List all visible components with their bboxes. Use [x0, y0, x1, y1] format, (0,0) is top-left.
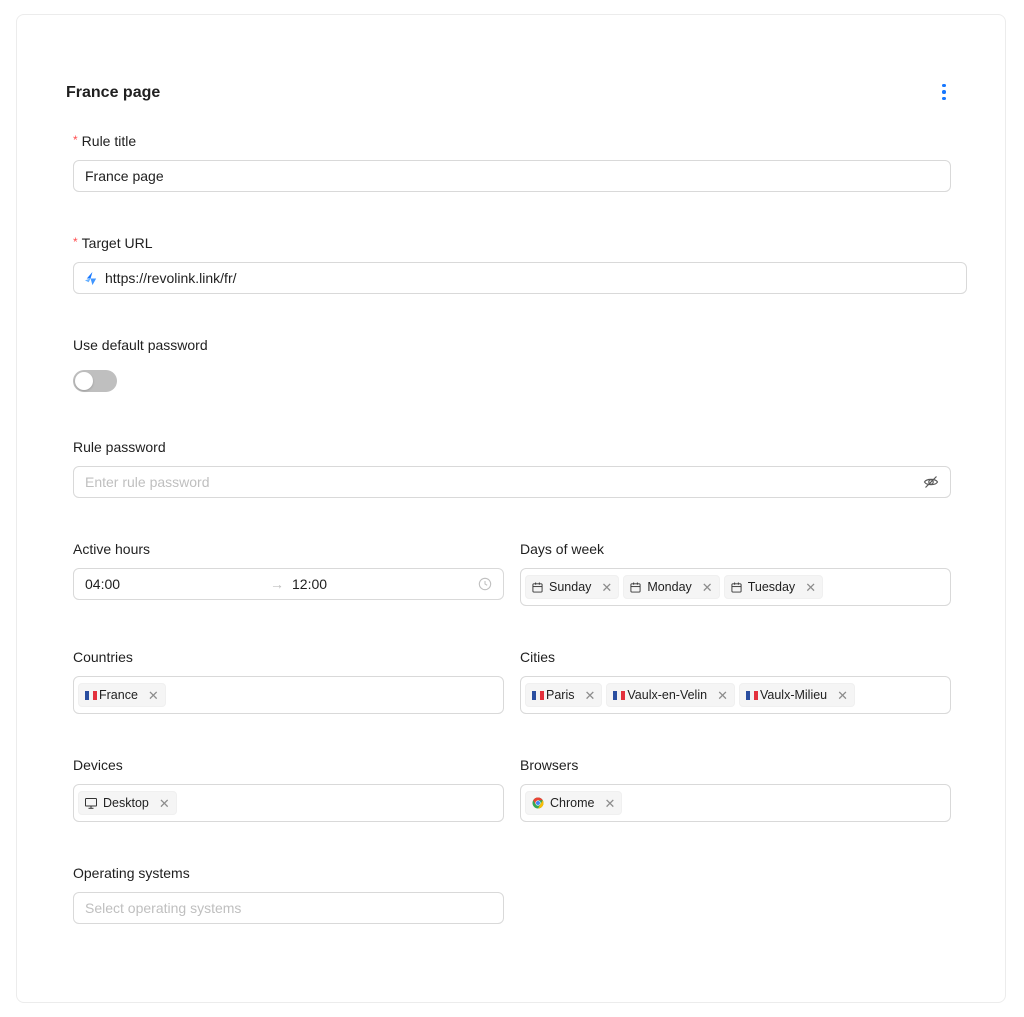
calendar-icon — [532, 581, 543, 593]
required-marker: * — [73, 133, 78, 147]
close-icon[interactable]: ✕ — [146, 689, 161, 702]
link-logo-icon — [84, 271, 99, 286]
eye-off-icon[interactable] — [923, 474, 939, 490]
devices-select[interactable]: Desktop ✕ — [73, 784, 504, 822]
days-of-week-select[interactable]: Sunday ✕ Monday ✕ Tuesday ✕ — [520, 568, 951, 606]
close-icon[interactable]: ✕ — [582, 689, 597, 702]
default-password-toggle[interactable] — [73, 370, 117, 392]
rule-password-field[interactable] — [73, 466, 951, 498]
day-tag-tuesday: Tuesday ✕ — [723, 575, 824, 599]
cities-select[interactable]: Paris ✕ Vaulx-en-Velin ✕ Vaulx-Milieu ✕ — [520, 676, 951, 714]
default-password-label: Use default password — [73, 337, 208, 353]
rule-title-field[interactable] — [73, 160, 951, 192]
chrome-icon — [532, 797, 544, 809]
france-flag-icon — [745, 690, 758, 700]
close-icon[interactable]: ✕ — [602, 797, 617, 810]
countries-label: Countries — [73, 649, 133, 665]
close-icon[interactable]: ✕ — [715, 689, 730, 702]
end-time[interactable]: 12:00 — [292, 576, 478, 592]
rule-title-input[interactable] — [85, 168, 939, 184]
target-url-label: * Target URL — [73, 235, 153, 251]
calendar-icon — [630, 581, 641, 593]
close-icon[interactable]: ✕ — [700, 581, 715, 594]
rule-password-label: Rule password — [73, 439, 166, 455]
range-arrow: → — [270, 576, 284, 592]
day-tag-monday: Monday ✕ — [623, 575, 720, 599]
devices-label: Devices — [73, 757, 123, 773]
country-tag-france: France ✕ — [78, 683, 166, 707]
france-flag-icon — [532, 690, 544, 700]
page-title: France page — [66, 84, 161, 101]
day-tag-sunday: Sunday ✕ — [525, 575, 620, 599]
calendar-icon — [731, 581, 742, 593]
active-hours-range[interactable]: 04:00 → 12:00 — [73, 568, 504, 600]
target-url-input[interactable] — [105, 270, 955, 286]
target-url-field[interactable] — [73, 262, 967, 294]
clock-icon — [478, 577, 492, 591]
desktop-icon — [85, 797, 97, 809]
operating-systems-placeholder: Select operating systems — [85, 900, 242, 916]
city-tag-paris: Paris ✕ — [525, 683, 603, 707]
close-icon[interactable]: ✕ — [599, 581, 614, 594]
rule-card: France page *Rule title *Target URL Use … — [16, 14, 1006, 1003]
required-marker: * — [73, 235, 78, 249]
browsers-label: Browsers — [520, 757, 579, 773]
close-icon[interactable]: ✕ — [157, 797, 172, 810]
close-icon[interactable]: ✕ — [835, 689, 850, 702]
browser-tag-chrome: Chrome ✕ — [525, 791, 623, 815]
rule-title-label: * Rule title — [73, 133, 137, 149]
rule-password-input[interactable] — [85, 474, 923, 490]
france-flag-icon — [613, 690, 626, 700]
close-icon[interactable]: ✕ — [803, 581, 818, 594]
france-flag-icon — [85, 690, 97, 700]
browsers-select[interactable]: Chrome ✕ — [520, 784, 951, 822]
start-time[interactable]: 04:00 — [85, 576, 270, 592]
countries-select[interactable]: France ✕ — [73, 676, 504, 714]
device-tag-desktop: Desktop ✕ — [78, 791, 177, 815]
operating-systems-label: Operating systems — [73, 865, 190, 881]
active-hours-label: Active hours — [73, 541, 151, 557]
days-of-week-label: Days of week — [520, 541, 605, 557]
city-tag-vaulx-milieu: Vaulx-Milieu ✕ — [738, 683, 856, 707]
city-tag-vaulx-en-velin: Vaulx-en-Velin ✕ — [606, 683, 735, 707]
operating-systems-select[interactable]: Select operating systems — [73, 892, 504, 924]
toggle-knob — [75, 372, 93, 390]
more-vertical-icon[interactable] — [935, 81, 953, 103]
cities-label: Cities — [520, 649, 556, 665]
